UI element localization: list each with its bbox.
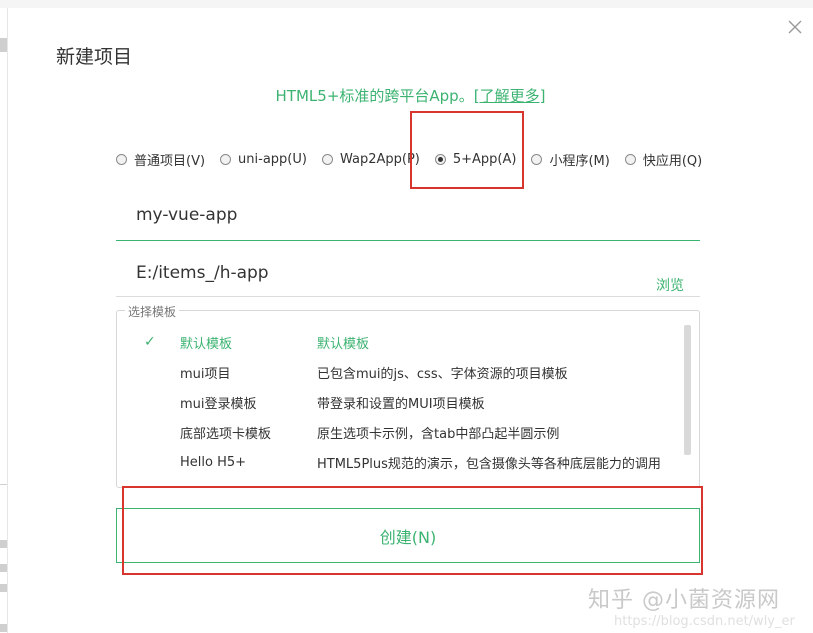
template-description: 原生选项卡示例，含tab中部凸起半圆示例 <box>317 426 560 442</box>
template-row-default[interactable]: ✓ 默认模板 默认模板 <box>117 327 683 357</box>
radio-wap2app[interactable]: Wap2App(P) <box>321 151 420 167</box>
project-type-radio-group: 普通项目(V) uni-app(U) Wap2App(P) 5+App(A) 小… <box>116 149 702 169</box>
template-row-mui-project[interactable]: mui项目 已包含mui的js、css、字体资源的项目模板 <box>117 357 683 387</box>
background-editor-edge <box>0 8 8 633</box>
radio-indicator <box>321 153 333 165</box>
radio-mini-program[interactable]: 小程序(M) <box>531 150 610 169</box>
radio-quick-app[interactable]: 快应用(Q) <box>624 150 703 169</box>
template-name: mui登录模板 <box>180 396 257 412</box>
radio-indicator <box>220 153 232 165</box>
background-mark <box>0 624 7 632</box>
project-path-field: 浏览 <box>116 251 700 297</box>
project-name-field <box>116 193 700 241</box>
project-name-input[interactable] <box>136 203 616 227</box>
background-line <box>0 484 7 485</box>
template-description: 带登录和设置的MUI项目模板 <box>317 396 485 412</box>
new-project-dialog: 新建项目 HTML5+标准的跨平台App。[了解更多] 普通项目(V) uni-… <box>8 8 813 633</box>
close-icon <box>788 20 802 34</box>
radio-label: uni-app(U) <box>238 151 307 167</box>
learn-more-link[interactable]: [了解更多] <box>474 87 546 105</box>
close-button[interactable] <box>786 18 804 36</box>
radio-indicator <box>116 153 127 165</box>
template-description: 已包含mui的js、css、字体资源的项目模板 <box>317 366 568 382</box>
template-scrollbar[interactable] <box>684 325 691 455</box>
template-description: 默认模板 <box>317 336 370 352</box>
watermark-url: https://blog.csdn.net/wly_er <box>614 614 795 629</box>
template-name: 底部选项卡模板 <box>180 426 272 442</box>
radio-label: 小程序(M) <box>549 153 610 169</box>
template-row-hello-h5plus[interactable]: Hello H5+ HTML5Plus规范的演示，包含摄像头等各种底层能力的调用 <box>117 447 683 477</box>
browse-button[interactable]: 浏览 <box>656 275 684 295</box>
dialog-title: 新建项目 <box>56 46 133 68</box>
template-selector: 选择模板 ✓ 默认模板 默认模板 mui项目 已包含mui的js、css、字体资… <box>116 303 700 488</box>
watermark-text: 知乎 @小菌资源网 <box>588 588 780 613</box>
template-row-mui-login[interactable]: mui登录模板 带登录和设置的MUI项目模板 <box>117 387 683 417</box>
create-button[interactable]: 创建(N) <box>116 508 700 563</box>
template-name: mui项目 <box>180 366 231 382</box>
description-text: HTML5+标准的跨平台App。 <box>275 87 474 105</box>
radio-uni-app[interactable]: uni-app(U) <box>220 152 307 167</box>
check-icon: ✓ <box>144 334 156 350</box>
project-type-description: HTML5+标准的跨平台App。[了解更多] <box>8 85 813 106</box>
background-mark <box>0 564 7 572</box>
radio-5plus-app[interactable]: 5+App(A) <box>434 151 517 167</box>
radio-label: 快应用(Q) <box>642 153 703 169</box>
template-name: Hello H5+ <box>180 454 247 470</box>
radio-indicator <box>434 153 446 165</box>
radio-indicator <box>624 153 636 165</box>
template-name: 默认模板 <box>180 336 233 352</box>
template-legend: 选择模板 <box>125 303 180 320</box>
background-mark <box>0 584 7 592</box>
project-path-input[interactable] <box>136 261 616 285</box>
radio-label: Wap2App(P) <box>339 151 420 167</box>
template-description: HTML5Plus规范的演示，包含摄像头等各种底层能力的调用 <box>317 456 661 472</box>
background-mark <box>0 540 7 548</box>
template-row-bottom-tabs[interactable]: 底部选项卡模板 原生选项卡示例，含tab中部凸起半圆示例 <box>117 417 683 447</box>
radio-label: 5+App(A) <box>452 151 517 167</box>
radio-indicator <box>531 153 543 165</box>
radio-label: 普通项目(V) <box>134 153 206 169</box>
background-mark <box>0 38 7 52</box>
radio-normal-project[interactable]: 普通项目(V) <box>116 150 205 169</box>
